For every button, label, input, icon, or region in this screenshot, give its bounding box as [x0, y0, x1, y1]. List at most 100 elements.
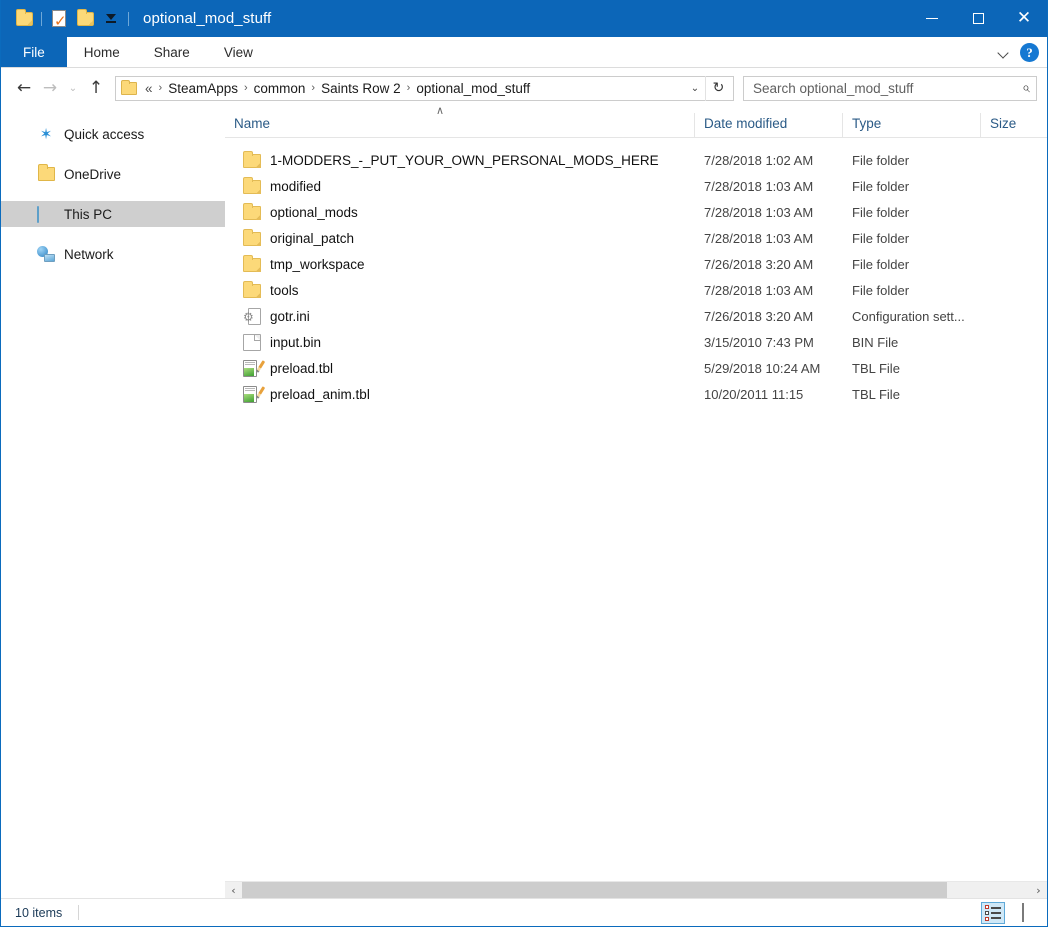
date-modified-cell: 7/28/2018 1:03 AM	[704, 204, 814, 220]
file-list-pane: ∧ Name Date modified Type Size 1-MODDERS…	[225, 104, 1047, 899]
folder-icon	[243, 281, 261, 298]
tab-share[interactable]: Share	[137, 37, 207, 67]
file-name-cell[interactable]: tmp_workspace	[225, 255, 695, 272]
file-name-cell[interactable]: optional_mods	[225, 203, 695, 220]
breadcrumb-item-optional-mod-stuff[interactable]: optional_mod_stuff	[413, 79, 533, 98]
table-row[interactable]: preload.tbl 5/29/2018 10:24 AM TBL File	[225, 355, 1047, 381]
table-row[interactable]: tmp_workspace 7/26/2018 3:20 AM File folde…	[225, 251, 1047, 277]
tab-home[interactable]: Home	[67, 37, 137, 67]
close-icon: ✕	[1016, 8, 1032, 28]
back-button[interactable]: ←	[11, 75, 37, 101]
search-box[interactable]: Search optional_mod_stuff ⌕	[743, 75, 1037, 101]
new-folder-icon	[76, 8, 94, 26]
address-dropdown-chevron-down-icon[interactable]: ⌄	[685, 77, 705, 100]
table-row[interactable]: modified 7/28/2018 1:03 AM File folder	[225, 173, 1047, 199]
qat-divider-2	[128, 11, 129, 26]
maximize-button[interactable]	[955, 0, 1001, 37]
large-icons-view-icon	[1022, 903, 1024, 922]
date-modified-cell: 7/28/2018 1:03 AM	[704, 230, 814, 246]
sidebar-item-label: Quick access	[64, 126, 145, 142]
horizontal-scrollbar[interactable]: ‹ ›	[225, 881, 1047, 899]
breadcrumb-separator-3[interactable]: ›	[404, 82, 414, 94]
breadcrumb-separator-1[interactable]: ›	[241, 82, 251, 94]
scroll-right-arrow-icon[interactable]: ›	[1030, 882, 1047, 899]
minimize-button[interactable]	[909, 0, 955, 37]
table-row[interactable]: original_patch 7/28/2018 1:03 AM File fold…	[225, 225, 1047, 251]
sidebar-item-label: This PC	[64, 206, 113, 222]
type-cell: File folder	[852, 204, 910, 220]
star-icon: ✶	[39, 124, 53, 143]
table-row[interactable]: input.bin 3/15/2010 7:43 PM BIN File	[225, 329, 1047, 355]
scrollbar-thumb[interactable]	[242, 881, 948, 899]
date-modified-cell: 10/20/2011 11:15	[704, 386, 804, 402]
details-view-button[interactable]	[981, 902, 1005, 924]
scrollbar-track[interactable]	[242, 881, 1030, 899]
type-cell: File folder	[852, 152, 910, 168]
breadcrumb-separator-2[interactable]: ›	[308, 82, 318, 94]
status-item-count: 10 items	[15, 905, 63, 920]
file-name-cell[interactable]: preload_anim.tbl	[225, 385, 695, 403]
type-cell: Configuration sett...	[852, 308, 965, 324]
file-rows-container: 1-MODDERS_-_PUT_YOUR_OWN_PERSONAL_MODS_H…	[225, 138, 1047, 898]
sidebar-item-network[interactable]: Network	[1, 241, 225, 267]
column-header-type[interactable]: Type	[843, 113, 981, 137]
file-name-cell[interactable]: original_patch	[225, 229, 695, 246]
view-toggle-group	[981, 899, 1035, 927]
close-button[interactable]: ✕	[1001, 0, 1047, 37]
qat-properties-button[interactable]: ✓	[46, 4, 72, 34]
search-icon[interactable]: ⌕	[1022, 80, 1030, 96]
recent-locations-chevron-down-icon[interactable]: ⌄	[63, 75, 83, 101]
minimize-icon	[926, 18, 938, 19]
forward-button[interactable]: →	[37, 75, 63, 101]
folder-icon	[243, 203, 261, 220]
column-header-date-modified[interactable]: Date modified	[695, 113, 843, 137]
date-modified-cell: 5/29/2018 10:24 AM	[704, 360, 821, 376]
type-cell: File folder	[852, 256, 910, 272]
file-icon	[243, 333, 261, 351]
table-row[interactable]: optional_mods 7/28/2018 1:03 AM File folde…	[225, 199, 1047, 225]
qat-customize-button[interactable]	[98, 4, 124, 34]
address-path-field[interactable]: « › SteamApps › common › Saints Row 2 › …	[115, 75, 734, 101]
qat-new-folder-button[interactable]	[72, 4, 98, 34]
breadcrumb-item-common[interactable]: common	[251, 79, 309, 98]
file-name-label: preload.tbl	[270, 360, 334, 376]
qat-folder-button[interactable]	[11, 4, 37, 34]
sidebar-item-this-pc[interactable]: This PC	[1, 201, 225, 227]
file-name-cell[interactable]: preload.tbl	[225, 359, 695, 377]
large-icons-view-button[interactable]	[1011, 902, 1035, 924]
file-name-cell[interactable]: 1-MODDERS_-_PUT_YOUR_OWN_PERSONAL_MODS_H…	[225, 151, 695, 168]
refresh-button[interactable]: ↻	[705, 75, 731, 101]
chevron-down-icon	[106, 14, 116, 23]
tab-file[interactable]: File	[1, 37, 67, 67]
tab-view[interactable]: View	[207, 37, 270, 67]
table-row[interactable]: ⚙ gotr.ini 7/26/2018 3:20 AM Configuration …	[225, 303, 1047, 329]
file-name-cell[interactable]: tools	[225, 281, 695, 298]
column-header-size[interactable]: Size	[981, 113, 1041, 137]
scroll-left-arrow-icon[interactable]: ‹	[225, 882, 242, 899]
help-icon[interactable]: ?	[1020, 43, 1039, 62]
file-name-cell[interactable]: ⚙ gotr.ini	[225, 307, 695, 325]
breadcrumb-item-saints-row-2[interactable]: Saints Row 2	[318, 79, 404, 98]
file-name-cell[interactable]: modified	[225, 177, 695, 194]
table-row[interactable]: preload_anim.tbl 10/20/2011 11:15 TBL File	[225, 381, 1047, 407]
expand-ribbon-chevron-down-icon[interactable]	[998, 47, 1010, 59]
date-modified-cell: 7/28/2018 1:03 AM	[704, 178, 814, 194]
type-cell: File folder	[852, 282, 910, 298]
table-row[interactable]: tools 7/28/2018 1:03 AM File folder	[225, 277, 1047, 303]
date-modified-cell: 7/26/2018 3:20 AM	[704, 256, 814, 272]
breadcrumb-item-steamapps[interactable]: SteamApps	[165, 79, 241, 98]
breadcrumb-overflow[interactable]: «	[142, 79, 156, 98]
file-name-cell[interactable]: input.bin	[225, 333, 695, 351]
folder-icon	[243, 255, 261, 272]
date-modified-cell: 7/28/2018 1:02 AM	[704, 152, 814, 168]
sidebar-item-onedrive[interactable]: OneDrive	[1, 161, 225, 187]
address-folder-icon	[121, 79, 137, 95]
table-row[interactable]: 1-MODDERS_-_PUT_YOUR_OWN_PERSONAL_MODS_H…	[225, 147, 1047, 173]
sidebar-item-quick-access[interactable]: ✶ Quick access	[1, 121, 225, 147]
search-input[interactable]: Search optional_mod_stuff	[753, 81, 1022, 96]
up-button[interactable]: ↑	[83, 75, 109, 101]
window-controls: ✕	[909, 0, 1047, 37]
sort-ascending-icon: ∧	[435, 104, 445, 117]
column-header-name[interactable]: Name	[225, 113, 695, 137]
ribbon-right-controls: ?	[998, 37, 1039, 68]
